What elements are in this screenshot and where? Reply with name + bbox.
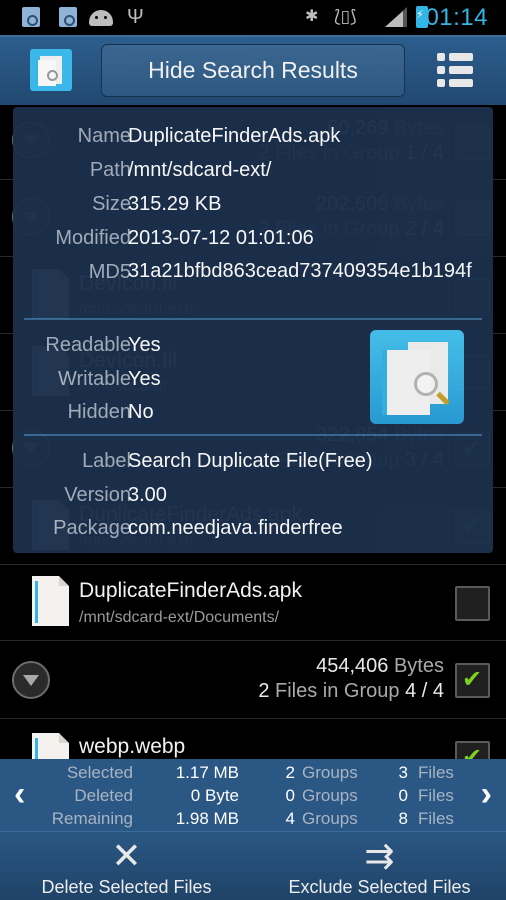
file-row[interactable]: webp.webp — [0, 719, 506, 759]
duplicate-finder-app-icon[interactable] — [30, 49, 72, 91]
delete-x-icon: ✕ — [111, 835, 142, 876]
summary-remaining-row: Remaining 1.98 MB 4 Groups 8 Files — [51, 809, 454, 828]
file-icon — [32, 576, 69, 626]
android-icon — [89, 10, 113, 26]
app-notification-icon — [59, 7, 77, 27]
hide-search-results-button[interactable]: Hide Search Results — [101, 44, 405, 97]
file-icon — [32, 733, 69, 759]
divider — [24, 318, 482, 320]
summary-panel: ‹ › Selected 1.17 MB 2 Groups 3 Files De… — [0, 759, 506, 831]
clock: 01:14 — [425, 4, 488, 31]
file-checkbox[interactable] — [455, 586, 490, 621]
app-notification-icon — [22, 7, 40, 27]
vibrate-icon: ⟅▯⟆ — [334, 7, 357, 26]
list-menu-icon[interactable] — [437, 51, 473, 89]
file-info-popup: Name DuplicateFinderAds.apk Path /mnt/sd… — [13, 107, 493, 553]
summary-selected-row: Selected 1.17 MB 2 Groups 3 Files — [66, 763, 454, 782]
exclude-arrow-icon: ⇉ — [364, 835, 395, 876]
bottom-action-bar: ✕ Delete Selected Files ⇉ Exclude Select… — [0, 831, 506, 900]
summary-deleted-row: Deleted 0 Byte 0 Groups 0 Files — [74, 786, 454, 805]
group-checkbox[interactable] — [455, 663, 490, 698]
expand-toggle-icon[interactable] — [12, 661, 50, 699]
status-bar: Ψ ✱ ⟅▯⟆ 01:14 — [0, 0, 506, 35]
divider — [24, 434, 482, 436]
exclude-selected-files-button[interactable]: ⇉ Exclude Selected Files — [253, 832, 506, 900]
action-bar: Hide Search Results — [0, 35, 506, 105]
group-header[interactable]: 454,406 Bytes 2 Files in Group 4 / 4 — [0, 641, 506, 719]
signal-icon — [385, 7, 407, 27]
file-checkbox[interactable] — [455, 741, 490, 759]
delete-selected-files-button[interactable]: ✕ Delete Selected Files — [0, 832, 253, 900]
bluetooth-icon: ✱ — [305, 8, 319, 25]
file-row[interactable]: DuplicateFinderAds.apk /mnt/sdcard-ext/D… — [0, 565, 506, 641]
duplicate-finder-app-icon — [370, 330, 464, 424]
usb-icon: Ψ — [127, 6, 144, 28]
